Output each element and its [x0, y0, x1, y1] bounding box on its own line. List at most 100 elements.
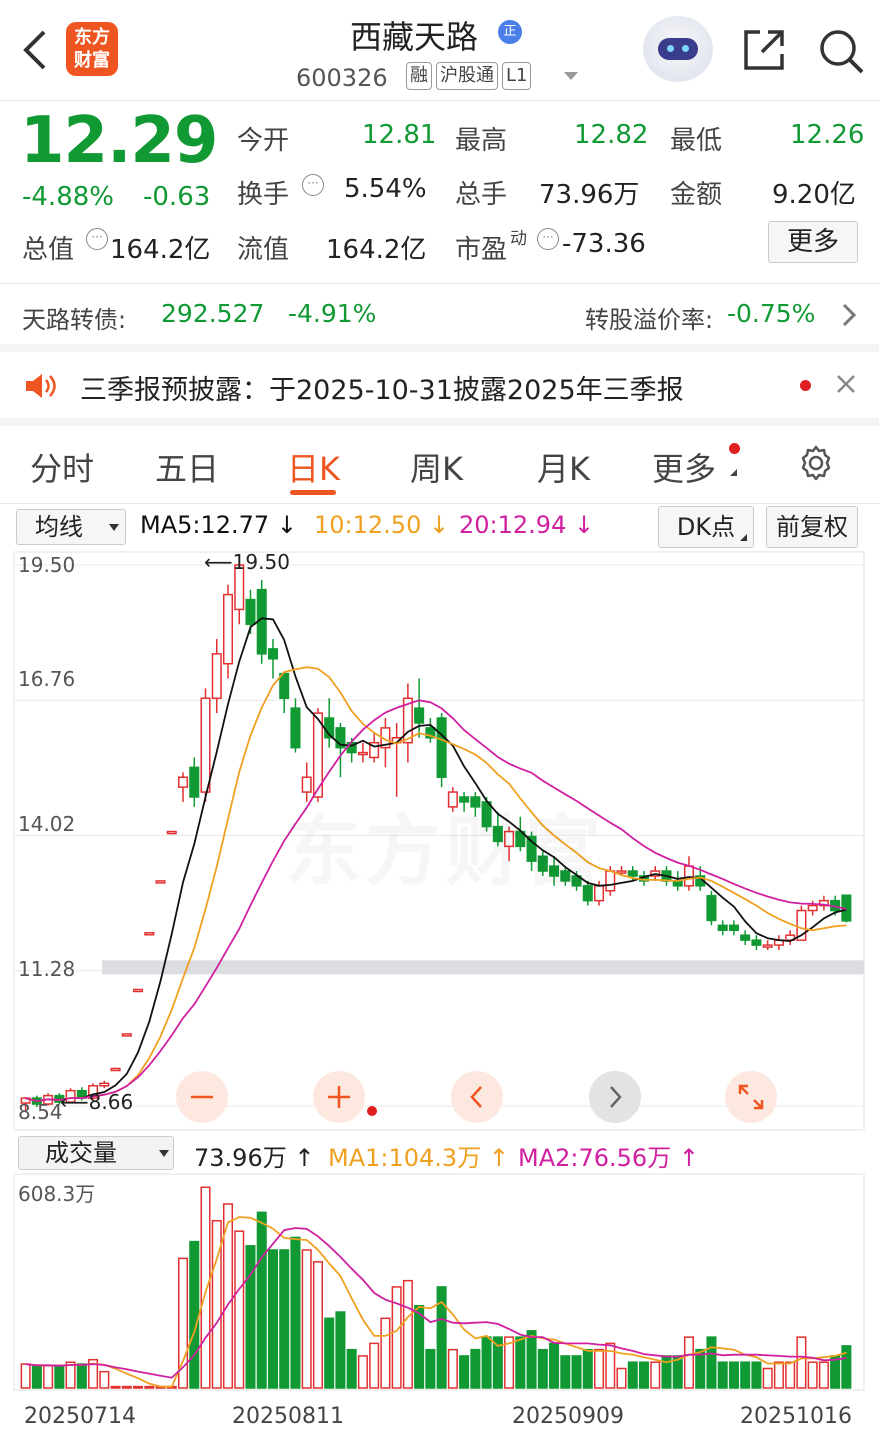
ma-selector[interactable]: 均线	[16, 509, 126, 545]
volume-bar	[312, 1261, 323, 1389]
fullscreen-button[interactable]	[725, 1071, 777, 1123]
axis-label-4: 11.28	[18, 957, 76, 981]
low-label: 最低	[670, 126, 723, 156]
open-label: 今开	[237, 126, 290, 156]
tab-daily-k[interactable]: 日K	[287, 444, 340, 490]
axis-label-3: 14.02	[18, 812, 76, 836]
volume-bar	[481, 1336, 492, 1389]
candle-body	[683, 865, 694, 887]
ma20-value: 20:12.94 ↓	[459, 511, 595, 539]
candle-body	[99, 1082, 110, 1087]
volume-bar	[290, 1236, 301, 1389]
search-button[interactable]	[816, 26, 866, 80]
total-value: 164.2亿	[110, 235, 211, 265]
candle-body	[357, 751, 368, 756]
tab-more-corner-icon	[730, 469, 737, 476]
high-label: 最高	[455, 126, 508, 156]
ma5-value: MA5:12.77 ↓	[140, 511, 297, 539]
speaker-icon	[26, 374, 56, 398]
volume-bar	[773, 1361, 784, 1389]
current-price: 12.29	[20, 104, 218, 178]
volume-bar	[43, 1364, 54, 1389]
volume-bar	[121, 1385, 132, 1389]
volume-value-label: 73.96万 ↑	[194, 1144, 315, 1172]
volume-bar	[560, 1355, 571, 1389]
ma20-line	[25, 699, 847, 1103]
volume-bar	[515, 1336, 526, 1389]
date-label-4: 20251016	[740, 1404, 852, 1429]
pe-info-icon[interactable]: ···	[537, 228, 559, 250]
candle-body	[121, 1033, 132, 1037]
volume-bar	[728, 1361, 739, 1389]
volume-selector[interactable]: 成交量	[18, 1136, 174, 1170]
tab-intraday[interactable]: 分时	[30, 444, 94, 490]
high-value: 12.82	[574, 120, 649, 150]
turnover-value: 5.54%	[344, 174, 427, 204]
bond-row[interactable]: 天路转债: 292.527 -4.91% 转股溢价率: -0.75%	[0, 284, 879, 344]
volume-bar	[76, 1363, 87, 1389]
tag-level: L1	[502, 62, 532, 90]
scroll-left-button[interactable]	[451, 1071, 503, 1123]
volume-max-label: 608.3万	[18, 1182, 96, 1206]
share-icon	[744, 30, 784, 70]
volume-bar	[796, 1336, 807, 1389]
expand-icon	[738, 1084, 764, 1110]
volume-chart[interactable]	[0, 1172, 879, 1394]
candle-body	[200, 697, 211, 793]
float-value: 164.2亿	[326, 235, 427, 265]
candle-body	[155, 880, 166, 884]
tab-weekly-k[interactable]: 周K	[410, 444, 463, 490]
volume-bar	[346, 1348, 357, 1389]
date-label-3: 20250909	[512, 1404, 624, 1429]
pe-superscript: 动	[510, 229, 527, 249]
volume-bar	[301, 1249, 312, 1389]
volume-bar	[717, 1361, 728, 1389]
dk-point-button[interactable]: DK点	[658, 506, 754, 548]
scroll-right-button[interactable]	[589, 1071, 641, 1123]
candle-body	[267, 648, 278, 660]
candle-body	[717, 924, 728, 932]
back-button[interactable]	[18, 28, 54, 72]
premium-value: -0.75%	[727, 299, 816, 328]
zoom-out-button[interactable]	[176, 1071, 228, 1123]
zoom-dot	[367, 1106, 377, 1116]
volume-label: 总手	[455, 180, 508, 210]
premium-label: 转股溢价率:	[585, 306, 714, 334]
assistant-avatar[interactable]	[643, 16, 713, 82]
plus-icon	[328, 1086, 350, 1108]
volume-bar	[189, 1240, 200, 1389]
zoom-in-button[interactable]	[313, 1071, 365, 1123]
total-value-label: 总值	[22, 235, 75, 265]
tab-five-day[interactable]: 五日	[155, 444, 219, 490]
more-button[interactable]: 更多	[768, 221, 858, 263]
volume-ma1-label: MA1:104.3万 ↑	[328, 1144, 509, 1172]
dropdown-icon[interactable]	[564, 72, 578, 80]
close-icon[interactable]	[836, 374, 856, 394]
volume-bar	[762, 1367, 773, 1389]
volume-bar	[54, 1365, 65, 1389]
robot-face-icon	[658, 38, 698, 60]
settings-gear-icon[interactable]	[797, 444, 835, 482]
pe-value: -73.36	[562, 229, 646, 259]
adjust-button[interactable]: 前复权	[766, 506, 858, 548]
volume-bar	[369, 1342, 380, 1389]
tab-more[interactable]: 更多	[652, 444, 716, 490]
total-value-info-icon[interactable]: ···	[86, 228, 108, 250]
candle-body	[245, 598, 256, 625]
candle-body	[133, 988, 144, 993]
volume-bar	[751, 1361, 762, 1389]
volume-bar	[234, 1230, 245, 1389]
bond-change: -4.91%	[288, 299, 377, 328]
volume-bar	[638, 1361, 650, 1389]
share-button[interactable]	[740, 26, 788, 78]
tab-monthly-k[interactable]: 月K	[537, 444, 590, 490]
notice-text: 三季报预披露：于2025-10-31披露2025年三季报	[80, 375, 684, 406]
notice-bar[interactable]: 三季报预披露：于2025-10-31披露2025年三季报	[0, 352, 879, 418]
candle-body	[290, 707, 301, 749]
volume-bar	[459, 1355, 470, 1389]
turnover-info-icon[interactable]: ···	[302, 174, 324, 196]
volume-bar	[785, 1361, 796, 1389]
candle-body	[807, 904, 818, 912]
volume-bar	[110, 1385, 121, 1389]
volume-bar	[245, 1245, 256, 1389]
